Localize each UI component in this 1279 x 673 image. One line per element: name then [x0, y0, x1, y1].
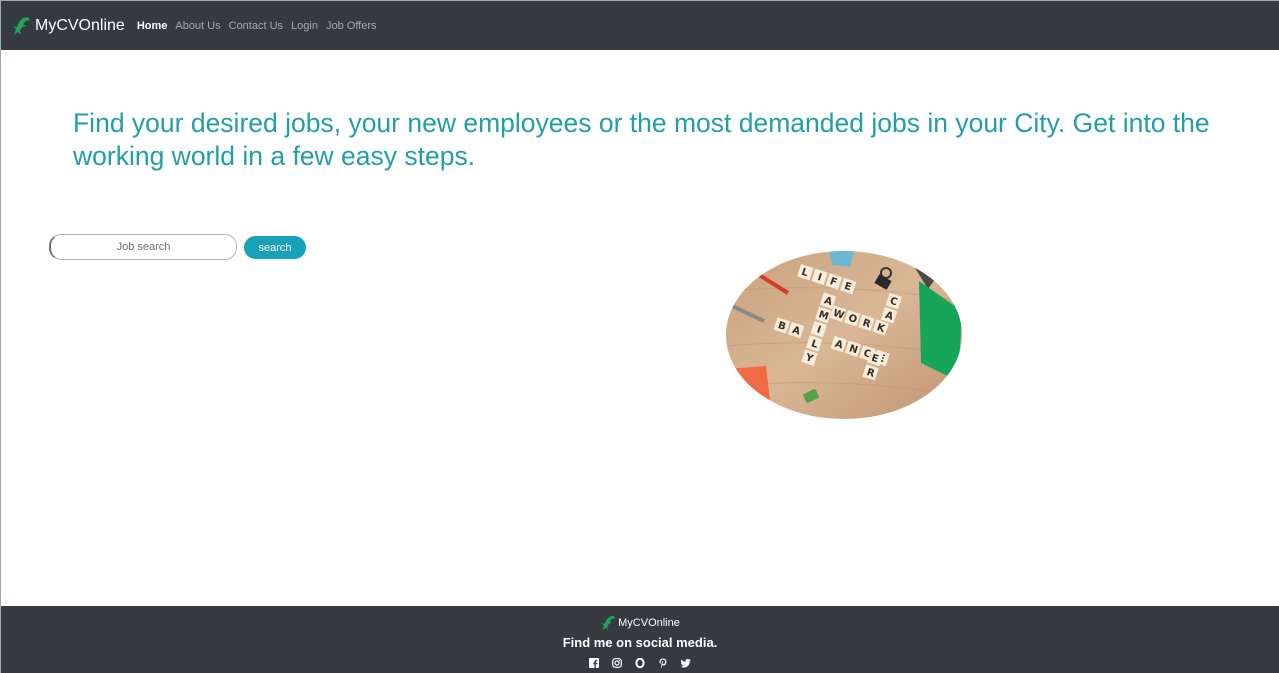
dinosaur-logo-icon [601, 615, 616, 631]
work-life-balance-image: LIFE AMILY BAANCE [726, 251, 962, 419]
footer-brand-name: MyCVOnline [618, 617, 680, 629]
search-button[interactable]: search [244, 236, 306, 259]
page: MyCVOnline Home About Us Contact Us Logi… [0, 0, 1279, 673]
top-navbar: MyCVOnline Home About Us Contact Us Logi… [1, 1, 1279, 50]
footer-tagline: Find me on social media. [562, 635, 718, 650]
nav-contact-us[interactable]: Contact Us [229, 20, 283, 32]
opera-icon[interactable] [635, 658, 645, 668]
hero-title: Find your desired jobs, your new employe… [73, 108, 1210, 171]
brand-link[interactable]: MyCVOnline [11, 16, 125, 36]
nav-home[interactable]: Home [137, 20, 168, 32]
facebook-icon[interactable] [589, 658, 599, 668]
twitter-icon[interactable] [681, 658, 691, 668]
nav-about-us[interactable]: About Us [175, 20, 220, 32]
nav-job-offers[interactable]: Job Offers [326, 20, 377, 32]
nav-login[interactable]: Login [291, 20, 318, 32]
footer: MyCVOnline Find me on social media. [1, 606, 1279, 673]
footer-brand[interactable]: MyCVOnline [1, 615, 1279, 631]
job-search-input[interactable] [49, 234, 237, 260]
brand-name: MyCVOnline [35, 16, 125, 34]
pinterest-icon[interactable] [658, 658, 668, 668]
dinosaur-logo-icon [13, 16, 30, 35]
nav-links: Home About Us Contact Us Login Job Offer… [137, 20, 385, 32]
social-links [1, 658, 1279, 668]
instagram-icon[interactable] [612, 658, 622, 668]
